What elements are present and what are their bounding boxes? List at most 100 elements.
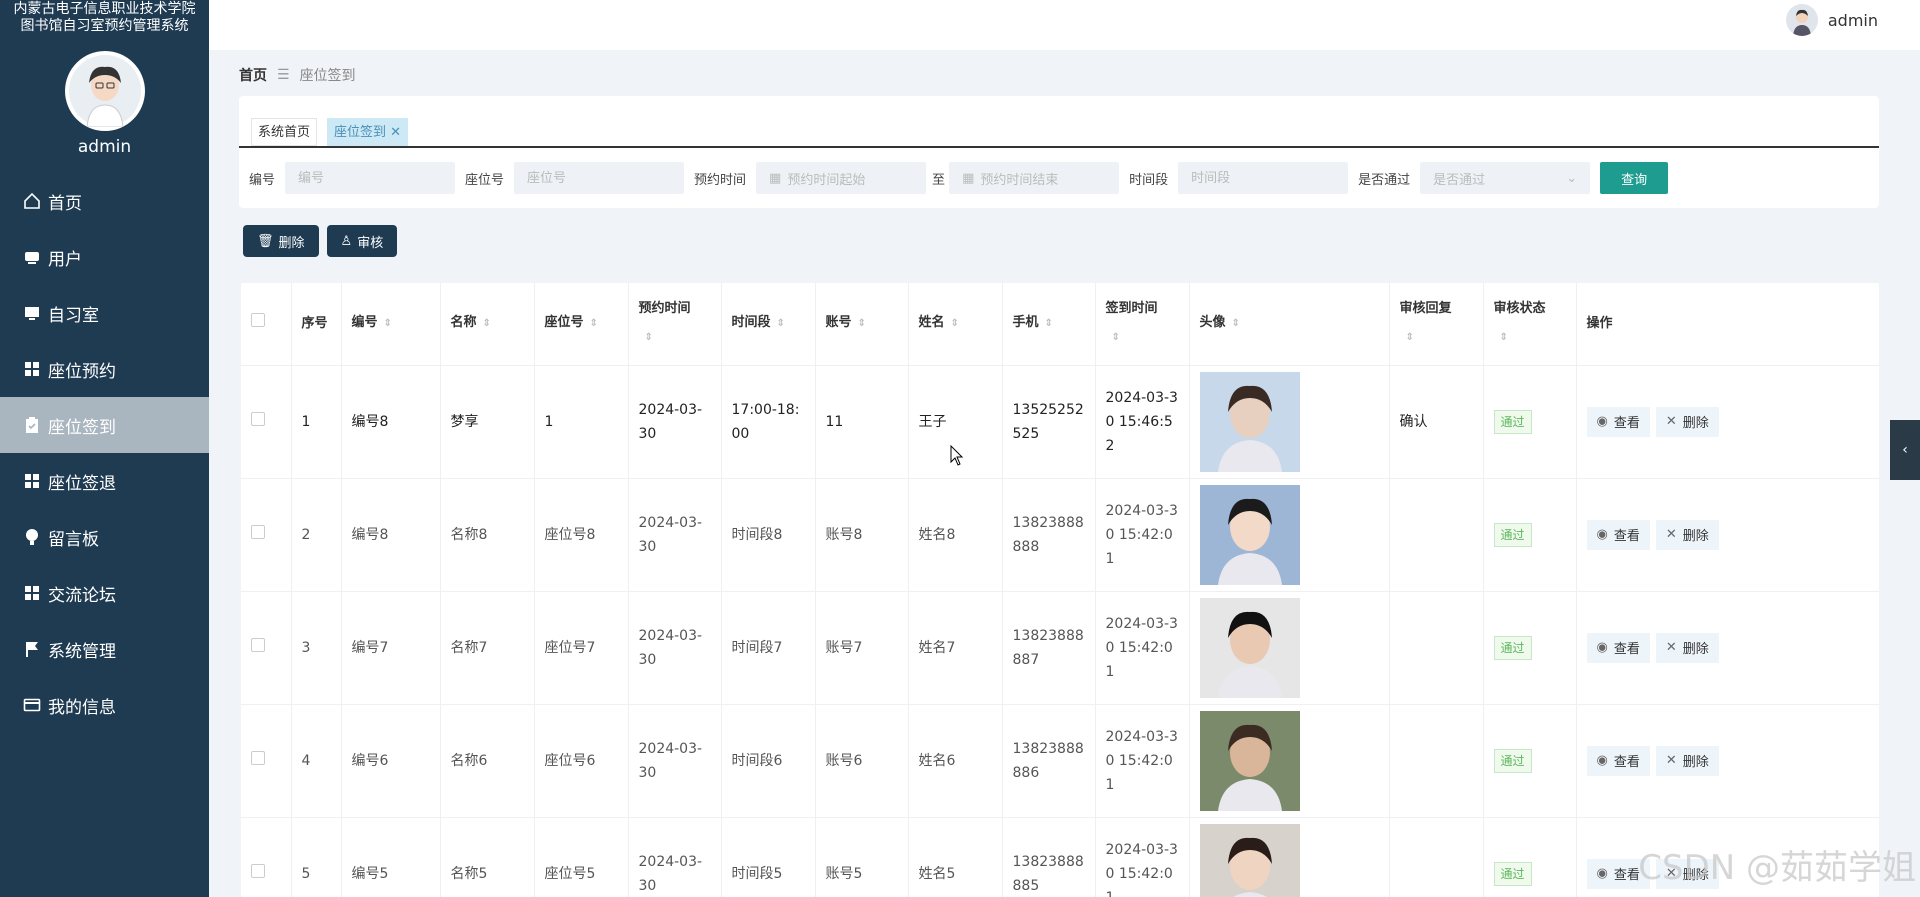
sidebar-item-users[interactable]: 用户 <box>0 229 209 285</box>
cell-mingcheng: 名称5 <box>440 817 535 897</box>
sidebar-username: admin <box>77 137 132 157</box>
audit-button[interactable]: ♙ 审核 <box>326 225 398 257</box>
cell-yuyue: 2024-03-30 <box>628 478 722 592</box>
chevron-down-icon: ⌄ <box>1566 170 1578 186</box>
row-checkbox[interactable] <box>251 863 265 878</box>
sort-icon[interactable]: ⇕ <box>1406 324 1414 352</box>
sort-icon[interactable]: ⇕ <box>645 324 653 352</box>
table-row: 5 编号5 名称5 座位号5 2024-03-30 时间段5 账号5 姓名5 138238888… <box>241 817 1879 897</box>
view-button[interactable]: ◉ 查看 <box>1586 745 1650 776</box>
sort-icon[interactable]: ⇕ <box>1045 310 1053 338</box>
table-row: 1 编号8 梦享 1 2024-03-30 17:00-18:00 11 王子 13525252… <box>241 365 1879 479</box>
cell-xingming-text: 姓名6 <box>918 752 956 769</box>
select-all-checkbox[interactable] <box>251 312 265 327</box>
view-button[interactable]: ◉ 查看 <box>1586 632 1650 663</box>
header-huifu[interactable]: 审核回复 ⇕ <box>1389 283 1484 366</box>
avatar-photo[interactable] <box>1199 484 1300 585</box>
sort-icon[interactable]: ⇕ <box>590 310 598 338</box>
row-checkbox[interactable] <box>251 637 265 652</box>
sidebar-item-my-info[interactable]: 我的信息 <box>0 677 209 733</box>
cell-shijianduan-text: 时间段8 <box>731 526 783 543</box>
close-icon[interactable]: ✕ <box>386 125 401 140</box>
header-shijianduan[interactable]: 时间段 ⇕ <box>721 283 816 366</box>
header-touxiang[interactable]: 头像 ⇕ <box>1189 283 1390 366</box>
row-delete-button[interactable]: ✕ 删除 <box>1655 406 1719 437</box>
bulk-delete-button[interactable]: 🗑 删除 <box>243 225 319 257</box>
sidebar-item-forum[interactable]: 交流论坛 <box>0 565 209 621</box>
shijianduan-input[interactable] <box>1178 162 1349 194</box>
row-delete-button[interactable]: ✕ 删除 <box>1655 745 1719 776</box>
header-bianhao[interactable]: 编号 ⇕ <box>341 283 441 366</box>
avatar-photo[interactable] <box>1199 823 1300 897</box>
bianhao-input[interactable] <box>285 162 456 194</box>
sort-icon[interactable]: ⇕ <box>1500 324 1508 352</box>
row-checkbox[interactable] <box>251 411 265 426</box>
eye-icon: ◉ <box>1596 866 1608 881</box>
sort-icon[interactable]: ⇕ <box>951 310 959 338</box>
row-delete-button[interactable]: ✕ 删除 <box>1655 519 1719 550</box>
tongguo-select[interactable]: 是否通过 ⌄ <box>1420 162 1591 194</box>
tab-seat-checkin[interactable]: 座位签到 ✕ <box>327 118 409 146</box>
status-badge: 通过 <box>1493 748 1532 773</box>
sidebar-item-seat-booking[interactable]: 座位预约 <box>0 341 209 397</box>
tab-system-home[interactable]: 系统首页 <box>251 118 318 146</box>
avatar-photo[interactable] <box>1199 371 1300 472</box>
yuyue-start-input[interactable]: ▦ 预约时间起始 <box>756 162 927 194</box>
header-qiandao[interactable]: 签到时间 ⇕ <box>1095 283 1190 366</box>
cell-shijianduan-text: 时间段7 <box>731 639 783 656</box>
table-body: 1 编号8 梦享 1 2024-03-30 17:00-18:00 11 王子 13525252… <box>241 365 1879 897</box>
cell-shijianduan-text: 时间段5 <box>731 865 783 882</box>
sort-icon[interactable]: ⇕ <box>777 310 785 338</box>
cell-zuowei-text: 座位号7 <box>544 639 596 656</box>
header-shouji[interactable]: 手机 ⇕ <box>1002 283 1096 366</box>
row-checkbox[interactable] <box>251 750 265 765</box>
yuyue-end-input[interactable]: ▦ 预约时间结束 <box>949 162 1120 194</box>
cell-zuowei-text: 座位号8 <box>544 526 596 543</box>
breadcrumb-home[interactable]: 首页 <box>239 65 267 85</box>
header-label: 序号 <box>301 315 328 331</box>
sort-icon[interactable]: ⇕ <box>483 310 491 338</box>
sidebar-item-message-board[interactable]: 留言板 <box>0 509 209 565</box>
cell-yuyue: 2024-03-30 <box>628 365 722 479</box>
cell-zhanghao: 账号6 <box>815 704 909 818</box>
sidebar-item-system[interactable]: 系统管理 <box>0 621 209 677</box>
header-label: 操作 <box>1586 315 1613 331</box>
cell-zuowei: 座位号5 <box>534 817 629 897</box>
range-to-label: 至 <box>932 172 946 188</box>
search-form: 编号 座位号 预约时间 ▦ 预约时间起始 至 ▦ 预约时间结束 时间段 是否通过 是… <box>239 156 1879 200</box>
top-user-menu[interactable]: admin <box>1785 4 1878 36</box>
view-label: 查看 <box>1613 868 1640 883</box>
header-status[interactable]: 审核状态 ⇕ <box>1483 283 1577 366</box>
sidebar-item-study-room[interactable]: 自习室 <box>0 285 209 341</box>
view-button[interactable]: ◉ 查看 <box>1586 406 1650 437</box>
header-zuowei[interactable]: 座位号 ⇕ <box>534 283 629 366</box>
header-xingming[interactable]: 姓名 ⇕ <box>908 283 1003 366</box>
sort-icon[interactable]: ⇕ <box>1112 324 1120 352</box>
sidebar-item-label: 座位预约 <box>48 361 116 382</box>
bulk-delete-label: 删除 <box>278 235 305 251</box>
header-yuyue[interactable]: 预约时间 ⇕ <box>628 283 722 366</box>
sidebar-item-seat-checkout[interactable]: 座位签退 <box>0 453 209 509</box>
query-button[interactable]: 查询 <box>1600 162 1669 194</box>
cell-zuowei: 1 <box>534 365 629 479</box>
collapse-panel-button[interactable]: ‹ <box>1890 420 1920 480</box>
header-zhanghao[interactable]: 账号 ⇕ <box>815 283 909 366</box>
cell-zuowei: 座位号7 <box>534 591 629 705</box>
row-checkbox[interactable] <box>251 524 265 539</box>
row-delete-button[interactable]: ✕ 删除 <box>1655 632 1719 663</box>
sort-icon[interactable]: ⇕ <box>1232 310 1240 338</box>
header-mingcheng[interactable]: 名称 ⇕ <box>440 283 535 366</box>
sort-icon[interactable]: ⇕ <box>858 310 866 338</box>
header-label: 审核状态 <box>1493 301 1546 317</box>
sidebar-item-home[interactable]: 首页 <box>0 173 209 229</box>
sidebar-avatar <box>64 51 145 131</box>
zuoweihao-input[interactable] <box>514 162 685 194</box>
cell-actions: ◉ 查看 ✕ 删除 <box>1576 478 1879 592</box>
cell-shijianduan-text: 时间段6 <box>731 752 783 769</box>
avatar-photo[interactable] <box>1199 597 1300 698</box>
sidebar-item-seat-checkin[interactable]: 座位签到 <box>0 397 209 453</box>
sort-icon[interactable]: ⇕ <box>384 310 392 338</box>
avatar-photo[interactable] <box>1199 710 1300 811</box>
site-title: 内蒙古电子信息职业技术学院 图书馆自习室预约管理系统 <box>0 0 209 35</box>
view-button[interactable]: ◉ 查看 <box>1586 519 1650 550</box>
